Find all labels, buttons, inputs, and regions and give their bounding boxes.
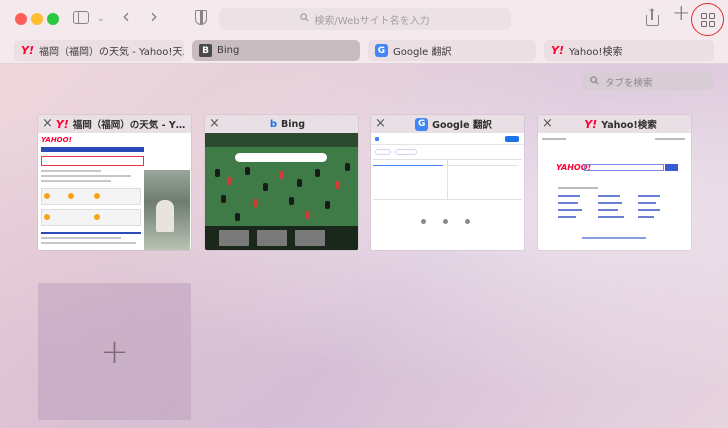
tab-label: Yahoo!検索 bbox=[569, 47, 623, 58]
yahoo-favicon-icon: Y! bbox=[55, 117, 69, 131]
close-window-button[interactable] bbox=[15, 13, 27, 25]
google-translate-favicon-icon: G bbox=[375, 44, 388, 57]
card-header: × Y! Yahoo!検索 bbox=[538, 115, 691, 133]
tab-label: Bing bbox=[217, 45, 240, 56]
new-tab-card[interactable]: + bbox=[38, 283, 191, 420]
minimize-window-button[interactable] bbox=[31, 13, 43, 25]
page-thumbnail bbox=[205, 133, 358, 250]
card-title: Google 翻訳 bbox=[432, 120, 492, 131]
google-translate-favicon-icon: G bbox=[415, 117, 429, 131]
yahoo-favicon-icon: Y! bbox=[21, 44, 34, 57]
back-button[interactable]: ‹ bbox=[122, 6, 130, 26]
yahoo-favicon-icon: Y! bbox=[551, 44, 564, 57]
tab-bar: Y! 福岡（福岡）の天気 - Yahoo!天… B Bing G Google … bbox=[0, 38, 728, 64]
bing-logo-icon: b bbox=[269, 118, 278, 130]
privacy-report-shield-icon[interactable] bbox=[195, 10, 207, 25]
yahoo-favicon-icon: Y! bbox=[584, 117, 598, 131]
tab-search-placeholder: タブを検索 bbox=[605, 77, 653, 89]
new-tab-plus-icon[interactable]: + bbox=[672, 3, 690, 25]
address-bar[interactable]: 検索/Webサイト名を入力 bbox=[219, 8, 511, 30]
tab-yahoo-search[interactable]: Y! Yahoo!検索 bbox=[544, 40, 714, 61]
close-icon[interactable]: × bbox=[375, 116, 386, 131]
tab-label: Google 翻訳 bbox=[393, 47, 452, 58]
card-title: 福岡（福岡）の天気 - Y… bbox=[72, 120, 186, 131]
share-icon[interactable]: ^ bbox=[646, 9, 659, 26]
tab-card-google-translate[interactable]: × G Google 翻訳 bbox=[371, 115, 524, 250]
card-header: × b Bing bbox=[205, 115, 358, 133]
browser-toolbar: ⌄ ‹ › 検索/Webサイト名を入力 ^ + bbox=[0, 0, 728, 38]
grid-icon bbox=[700, 12, 715, 27]
bing-favicon-icon: B bbox=[199, 44, 212, 57]
search-icon bbox=[300, 13, 309, 25]
search-icon bbox=[590, 75, 599, 88]
tab-card-yahoo-search[interactable]: × Y! Yahoo!検索 YAHOO! bbox=[538, 115, 691, 250]
card-title: Yahoo!検索 bbox=[601, 120, 657, 131]
sidebar-toggle-icon[interactable] bbox=[73, 11, 89, 24]
zoom-window-button[interactable] bbox=[47, 13, 59, 25]
tab-card-bing[interactable]: × b Bing bbox=[205, 115, 358, 250]
address-placeholder: 検索/Webサイト名を入力 bbox=[314, 15, 430, 27]
close-icon[interactable]: × bbox=[209, 116, 220, 131]
page-thumbnail bbox=[371, 133, 524, 250]
plus-icon: + bbox=[100, 331, 129, 372]
card-header: × G Google 翻訳 bbox=[371, 115, 524, 133]
page-thumbnail: YAHOO! bbox=[538, 133, 691, 250]
chevron-down-icon[interactable]: ⌄ bbox=[97, 11, 105, 27]
card-title: Bing bbox=[281, 118, 306, 130]
tab-yahoo-weather[interactable]: Y! 福岡（福岡）の天気 - Yahoo!天… bbox=[14, 40, 184, 61]
page-thumbnail: YAHOO! bbox=[38, 133, 191, 250]
tab-card-yahoo-weather[interactable]: × Y! 福岡（福岡）の天気 - Y… YAHOO! bbox=[38, 115, 191, 250]
tab-label: 福岡（福岡）の天気 - Yahoo!天… bbox=[39, 47, 184, 58]
close-icon[interactable]: × bbox=[42, 116, 53, 131]
tab-overview-button[interactable] bbox=[691, 3, 724, 36]
tab-bing[interactable]: B Bing bbox=[192, 40, 360, 61]
tab-search-field[interactable]: タブを検索 bbox=[582, 73, 713, 90]
card-header: × Y! 福岡（福岡）の天気 - Y… bbox=[38, 115, 191, 133]
tab-google-translate[interactable]: G Google 翻訳 bbox=[368, 40, 536, 61]
forward-button[interactable]: › bbox=[150, 6, 158, 26]
close-icon[interactable]: × bbox=[542, 116, 553, 131]
